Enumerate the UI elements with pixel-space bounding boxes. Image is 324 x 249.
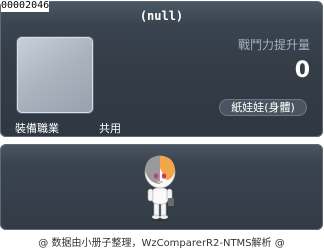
equip-job-label: 裝備職業	[15, 122, 59, 135]
item-icon-frame	[17, 37, 93, 113]
character-sprite-icon	[144, 155, 176, 221]
combat-power-label: 戰鬥力提升量	[237, 38, 310, 52]
footer-credit: @ 数据由小册子整理，WzComparerR2-NTMS解析 @	[38, 238, 285, 249]
item-title: (null)	[139, 9, 184, 23]
equip-job-value: 共用	[99, 122, 121, 135]
item-type-badge: 紙娃娃(身體)	[219, 99, 307, 116]
combat-power-value: 0	[294, 58, 310, 83]
